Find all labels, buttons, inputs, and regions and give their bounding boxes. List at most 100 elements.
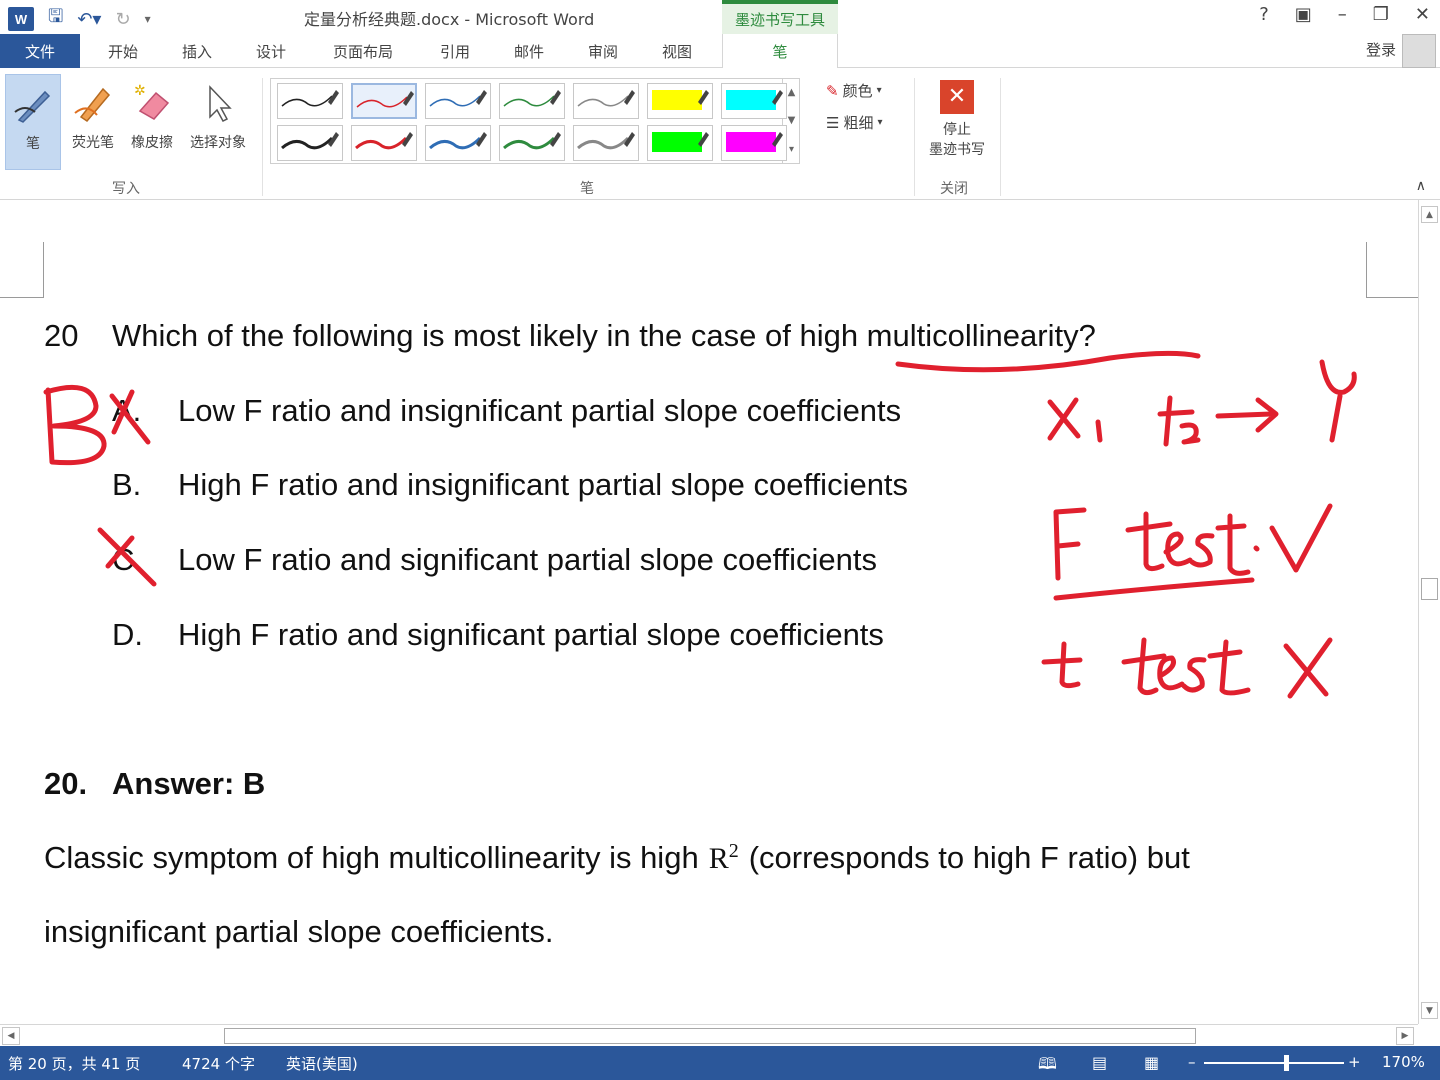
tab-design[interactable]: 设计 bbox=[248, 34, 294, 68]
tab-file[interactable]: 文件 bbox=[0, 34, 80, 68]
tab-home[interactable]: 开始 bbox=[100, 34, 146, 68]
undo-icon[interactable]: ↶▾ bbox=[77, 9, 101, 30]
pen-stroke-icon bbox=[503, 132, 561, 150]
ink-x2 bbox=[1157, 395, 1201, 447]
highlighter-tool-button[interactable]: 荧光笔 bbox=[64, 74, 122, 170]
web-layout-icon[interactable]: ▦ bbox=[1144, 1053, 1159, 1072]
scroll-left-icon[interactable]: ◀ bbox=[2, 1027, 20, 1045]
eraser-tool-button[interactable]: ✲ 橡皮擦 bbox=[124, 74, 180, 170]
tab-view[interactable]: 视图 bbox=[654, 34, 700, 68]
gallery-down-icon[interactable]: ▼ bbox=[788, 115, 796, 126]
pen-swatch[interactable] bbox=[499, 83, 565, 119]
word-count[interactable]: 4724 个字 bbox=[182, 1053, 255, 1074]
save-icon[interactable]: 🖫 bbox=[48, 4, 63, 34]
read-mode-icon[interactable]: 🕮 bbox=[1038, 1053, 1057, 1080]
zoom-out-icon[interactable]: – bbox=[1188, 1053, 1196, 1071]
pen-swatch[interactable] bbox=[351, 125, 417, 161]
zoom-level[interactable]: 170% bbox=[1382, 1053, 1425, 1071]
ink-check bbox=[1269, 503, 1333, 573]
word-logo-icon[interactable]: W bbox=[8, 7, 34, 31]
language-indicator[interactable]: 英语(美国) bbox=[286, 1053, 358, 1074]
pen-swatch[interactable] bbox=[425, 83, 491, 119]
pen-swatch[interactable] bbox=[425, 125, 491, 161]
pen-swatch[interactable] bbox=[647, 125, 713, 161]
quick-access-toolbar: W 🖫 ↶▾ ↻ ▾ bbox=[8, 4, 151, 34]
pen-color-button[interactable]: ✎ 颜色 ▾ bbox=[826, 80, 882, 101]
print-layout-icon[interactable]: ▤ bbox=[1092, 1053, 1107, 1072]
eraser-icon: ✲ bbox=[130, 74, 174, 132]
document-canvas[interactable]: 20 Which of the following is most likely… bbox=[0, 200, 1418, 1024]
zoom-in-icon[interactable]: + bbox=[1348, 1053, 1361, 1071]
window-controls: ? ▣ – ❐ ✕ bbox=[1259, 4, 1430, 25]
tab-review[interactable]: 审阅 bbox=[580, 34, 626, 68]
gallery-up-icon[interactable]: ▲ bbox=[788, 87, 796, 98]
group-separator bbox=[1000, 78, 1001, 196]
pen-swatch[interactable] bbox=[721, 125, 787, 161]
ink-dot bbox=[1253, 545, 1260, 552]
scroll-up-icon[interactable]: ▲ bbox=[1421, 206, 1438, 223]
pen-stroke-icon bbox=[652, 132, 709, 152]
question-text: Which of the following is most likely in… bbox=[112, 318, 1096, 353]
scroll-right-icon[interactable]: ▶ bbox=[1396, 1027, 1414, 1045]
pen-stroke-icon bbox=[652, 90, 709, 110]
highlighter-icon bbox=[71, 74, 115, 132]
pen-thickness-button[interactable]: ☰ 粗细 ▾ bbox=[826, 112, 883, 133]
zoom-slider-handle[interactable] bbox=[1284, 1055, 1289, 1071]
redo-icon[interactable]: ↻ bbox=[115, 9, 130, 30]
horizontal-scrollbar[interactable]: ◀ ▶ bbox=[0, 1024, 1418, 1046]
explanation-line-1: Classic symptom of high multicollinearit… bbox=[44, 840, 1190, 875]
close-icon[interactable]: ✕ bbox=[1415, 4, 1430, 25]
customize-qat-icon[interactable]: ▾ bbox=[145, 12, 151, 26]
ribbon-tabs: 文件 开始 插入 设计 页面布局 引用 邮件 审阅 视图 笔 登录 bbox=[0, 34, 1440, 69]
tab-references[interactable]: 引用 bbox=[432, 34, 478, 68]
stop-inking-button[interactable]: ✕ 停止 墨迹书写 bbox=[920, 80, 994, 160]
pen-stroke-icon bbox=[726, 90, 783, 110]
pen-swatch[interactable] bbox=[647, 83, 713, 119]
sign-in-link[interactable]: 登录 bbox=[1366, 39, 1396, 60]
ink-f bbox=[1053, 507, 1087, 581]
vertical-scroll-thumb[interactable] bbox=[1421, 578, 1438, 600]
pen-swatch[interactable] bbox=[277, 83, 343, 119]
page-count[interactable]: 第 20 页，共 41 页 bbox=[8, 1053, 140, 1074]
pen-swatch[interactable] bbox=[573, 83, 639, 119]
tab-insert[interactable]: 插入 bbox=[174, 34, 220, 68]
ribbon-pens: 笔 荧光笔 ✲ 橡皮擦 选择对象 写入 ▲ ▼ ▾ 笔 ✎ 颜色 ▾ ☰ 粗细 … bbox=[0, 68, 1440, 200]
pen-tool-button[interactable]: 笔 bbox=[5, 74, 61, 170]
pen-gallery: ▲ ▼ ▾ bbox=[270, 78, 800, 164]
explanation-line-2: insignificant partial slope coefficients… bbox=[44, 914, 554, 949]
group-label-pens: 笔 bbox=[580, 181, 594, 197]
pen-swatch[interactable] bbox=[499, 125, 565, 161]
minimize-icon[interactable]: – bbox=[1338, 4, 1347, 25]
restore-icon[interactable]: ❐ bbox=[1373, 4, 1389, 25]
scroll-down-icon[interactable]: ▼ bbox=[1421, 1002, 1438, 1019]
pen-stroke-icon bbox=[355, 132, 413, 150]
group-separator bbox=[914, 78, 915, 196]
page-corner-mark bbox=[1366, 242, 1418, 298]
pen-stroke-icon bbox=[577, 90, 635, 107]
pen-swatch[interactable] bbox=[351, 83, 417, 119]
ink-tools-context-label: 墨迹书写工具 bbox=[722, 0, 838, 34]
dropdown-arrow-icon: ▾ bbox=[877, 117, 883, 128]
tab-page-layout[interactable]: 页面布局 bbox=[324, 34, 402, 68]
vertical-scrollbar[interactable]: ▲ ▼ bbox=[1418, 200, 1440, 1024]
horizontal-scroll-thumb[interactable] bbox=[224, 1028, 1196, 1044]
avatar[interactable] bbox=[1402, 34, 1436, 68]
document-title: 定量分析经典题.docx - Microsoft Word bbox=[304, 10, 595, 29]
collapse-ribbon-icon[interactable]: ∧ bbox=[1416, 178, 1426, 194]
zoom-slider[interactable] bbox=[1204, 1062, 1344, 1064]
pen-stroke-icon bbox=[281, 90, 339, 107]
pen-swatch[interactable] bbox=[277, 125, 343, 161]
tab-pens[interactable]: 笔 bbox=[722, 34, 838, 69]
pen-stroke-icon bbox=[503, 90, 561, 107]
pen-swatch[interactable] bbox=[721, 83, 787, 119]
pen-swatch[interactable] bbox=[573, 125, 639, 161]
tab-mailings[interactable]: 邮件 bbox=[506, 34, 552, 68]
gallery-more-icon[interactable]: ▾ bbox=[789, 144, 794, 155]
select-objects-button[interactable]: 选择对象 bbox=[182, 74, 254, 170]
status-bar: 第 20 页，共 41 页 4724 个字 英语(美国) 🕮 ▤ ▦ – + 1… bbox=[0, 1046, 1440, 1080]
ink-test-1 bbox=[1125, 511, 1251, 576]
help-icon[interactable]: ? bbox=[1259, 4, 1269, 25]
ink-underline-ftest bbox=[1053, 577, 1255, 601]
group-label-write: 写入 bbox=[112, 181, 140, 197]
ribbon-display-options-icon[interactable]: ▣ bbox=[1295, 4, 1312, 25]
